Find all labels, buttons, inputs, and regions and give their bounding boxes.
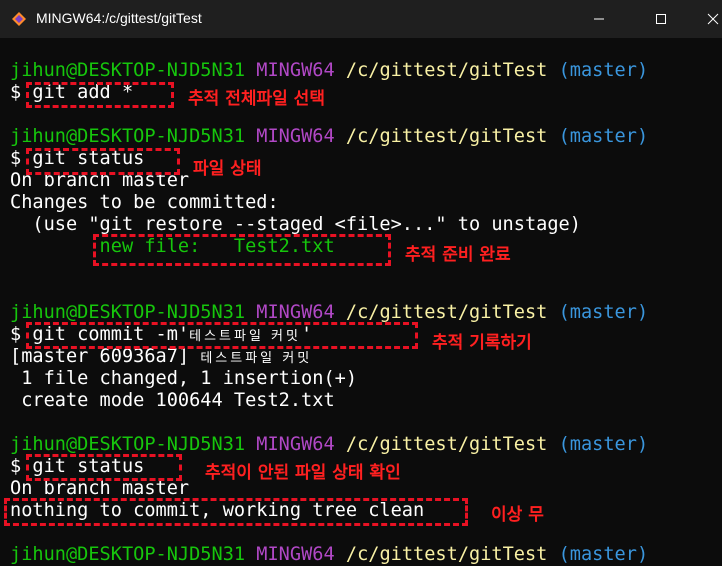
minimize-icon (594, 18, 604, 20)
annotation-box (26, 322, 418, 349)
prompt-line: jihun@DESKTOP-NJD5N31 MINGW64 /c/gittest… (10, 544, 649, 565)
output-line: Changes to be committed: (10, 192, 279, 213)
scrollbar[interactable] (714, 38, 722, 552)
prompt-line: jihun@DESKTOP-NJD5N31 MINGW64 /c/gittest… (10, 60, 649, 81)
output-line: create mode 100644 Test2.txt (10, 390, 335, 411)
annotation-box (93, 234, 391, 266)
annotation-note: 추적 준비 완료 (405, 245, 511, 265)
annotation-note: 추적이 안된 파일 상태 확인 (205, 463, 401, 483)
title-bar: MINGW64:/c/gittest/gitTest (0, 0, 722, 38)
output-line: 1 file changed, 1 insertion(+) (10, 368, 358, 389)
terminal-output[interactable]: jihun@DESKTOP-NJD5N31 MINGW64 /c/gittest… (0, 38, 722, 565)
maximize-button[interactable] (638, 0, 684, 38)
output-line: [master 60936a7] 테스트파일 커밋 (10, 346, 313, 367)
mingw-app-icon (12, 12, 26, 26)
annotation-box (26, 82, 174, 108)
prompt-line: jihun@DESKTOP-NJD5N31 MINGW64 /c/gittest… (10, 126, 649, 147)
annotation-note: 이상 무 (491, 505, 544, 525)
output-line: (use "git restore --staged <file>..." to… (10, 214, 581, 235)
minimize-button[interactable] (576, 0, 622, 38)
annotation-box (26, 148, 180, 175)
prompt-line: jihun@DESKTOP-NJD5N31 MINGW64 /c/gittest… (10, 434, 649, 455)
maximize-icon (656, 14, 666, 24)
annotation-box (4, 498, 468, 526)
close-icon (707, 13, 719, 25)
close-button[interactable] (690, 0, 722, 38)
annotation-note: 추적 전체파일 선택 (188, 89, 325, 109)
annotation-note: 추적 기록하기 (432, 333, 532, 353)
annotation-note: 파일 상태 (193, 159, 262, 179)
prompt-line: jihun@DESKTOP-NJD5N31 MINGW64 /c/gittest… (10, 302, 649, 323)
window-title: MINGW64:/c/gittest/gitTest (36, 10, 202, 26)
annotation-box (26, 454, 182, 481)
output-line: On branch master (10, 478, 190, 499)
